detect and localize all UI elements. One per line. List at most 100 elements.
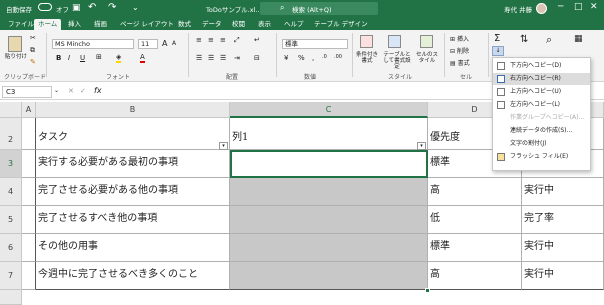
close-icon[interactable]: ✕: [590, 2, 598, 12]
analyze-data-icon[interactable]: ▦: [574, 34, 583, 44]
cell-d7[interactable]: 高: [428, 262, 522, 290]
row-header-4[interactable]: 4: [0, 178, 22, 206]
align-bottom-icon[interactable]: ≡: [220, 36, 226, 44]
name-box-dropdown-icon[interactable]: ⌄: [54, 87, 59, 94]
font-color-button[interactable]: A: [140, 53, 145, 63]
cell-b6[interactable]: その他の用事: [36, 234, 230, 262]
cell-c5[interactable]: [230, 206, 428, 234]
cut-icon[interactable]: ✂: [30, 34, 36, 42]
tab-insert[interactable]: 挿入: [64, 19, 85, 30]
comma-icon[interactable]: ,: [312, 54, 314, 62]
cell-c4[interactable]: [230, 178, 428, 206]
format-painter-icon[interactable]: ✎: [30, 58, 36, 66]
font-size-select[interactable]: 11: [138, 39, 158, 49]
search-box[interactable]: ⌕ 検索 (Alt+Q): [260, 2, 378, 15]
select-all-corner[interactable]: [0, 102, 22, 118]
delete-cells-button[interactable]: ⊟ 削除: [450, 46, 469, 55]
avatar[interactable]: [536, 3, 547, 14]
cell-c7[interactable]: [230, 262, 428, 290]
cell-a2[interactable]: [22, 118, 36, 150]
cell-styles-icon[interactable]: [420, 35, 433, 48]
font-name-select[interactable]: MS Mincho: [52, 39, 134, 49]
column-header-a[interactable]: A: [22, 102, 36, 118]
align-right-icon[interactable]: ☰: [220, 54, 226, 62]
align-left-icon[interactable]: ☰: [196, 54, 202, 62]
format-as-table-icon[interactable]: [388, 35, 401, 48]
tab-help[interactable]: ヘルプ: [280, 19, 308, 30]
merge-center-icon[interactable]: ⊟: [254, 54, 260, 62]
conditional-formatting-icon[interactable]: [360, 35, 373, 48]
cell-a7[interactable]: [22, 262, 36, 290]
save-icon[interactable]: ▣: [72, 3, 81, 13]
undo-icon[interactable]: ↶: [88, 2, 96, 13]
fx-button[interactable]: fx: [94, 86, 102, 95]
cell-e4[interactable]: 実行中: [522, 178, 604, 206]
fill-button[interactable]: ↓: [492, 46, 504, 56]
underline-button[interactable]: U: [80, 54, 85, 62]
orientation-icon[interactable]: ⤢: [234, 36, 240, 45]
italic-button[interactable]: I: [68, 54, 70, 62]
fill-menu-item-left[interactable]: 左方向へコピー(L): [493, 99, 590, 111]
tab-file[interactable]: ファイル: [4, 19, 38, 30]
find-select-icon[interactable]: ⌕: [546, 33, 552, 47]
user-name[interactable]: 寿代 井藤: [504, 4, 532, 14]
tab-view[interactable]: 表示: [254, 19, 275, 30]
align-top-icon[interactable]: ≡: [196, 36, 202, 44]
cell-c6[interactable]: [230, 234, 428, 262]
cell-e7[interactable]: 実行中: [522, 262, 604, 290]
name-box[interactable]: C3: [2, 86, 52, 98]
row-header-7[interactable]: 7: [0, 262, 22, 290]
copy-icon[interactable]: ⧉: [30, 46, 35, 55]
column-header-c[interactable]: C: [230, 102, 428, 118]
column-header-b[interactable]: B: [36, 102, 230, 118]
format-cells-button[interactable]: ▤ 書式: [450, 58, 470, 67]
row-header-8[interactable]: [0, 290, 22, 305]
maximize-icon[interactable]: □: [574, 2, 583, 12]
cancel-icon[interactable]: ✕: [68, 87, 74, 95]
shrink-font-button[interactable]: A: [172, 40, 176, 47]
insert-cells-button[interactable]: ⊞ 挿入: [450, 34, 469, 43]
cell-d5[interactable]: 低: [428, 206, 522, 234]
customize-qat-icon[interactable]: ⌄: [132, 3, 139, 12]
filter-dropdown-icon[interactable]: ▾: [219, 142, 228, 150]
fill-menu-item-up[interactable]: 上方向へコピー(U): [493, 86, 590, 98]
cell-a3[interactable]: [22, 150, 36, 178]
tab-draw[interactable]: 描画: [90, 19, 111, 30]
number-format-select[interactable]: 標準: [282, 39, 348, 49]
minimize-icon[interactable]: ─: [558, 2, 563, 12]
cell-a5[interactable]: [22, 206, 36, 234]
tab-home[interactable]: ホーム: [34, 19, 62, 30]
autosum-button[interactable]: Σ: [494, 33, 500, 44]
enter-icon[interactable]: ✓: [80, 87, 86, 95]
align-middle-icon[interactable]: ≡: [208, 36, 214, 44]
bold-button[interactable]: B: [56, 54, 61, 62]
percent-icon[interactable]: %: [298, 54, 305, 62]
table-header-column1[interactable]: 列1: [230, 118, 428, 150]
tab-review[interactable]: 校閲: [228, 19, 249, 30]
currency-icon[interactable]: ¥: [284, 54, 288, 62]
decrease-decimal-icon[interactable]: .00: [334, 54, 342, 60]
tab-page-layout[interactable]: ページ レイアウト: [116, 19, 178, 30]
fill-menu-item-justify[interactable]: 文字の割付(J): [493, 138, 590, 150]
borders-icon[interactable]: ⊞: [96, 53, 102, 61]
tab-formulas[interactable]: 数式: [174, 19, 195, 30]
table-header-task[interactable]: タスク: [36, 118, 230, 150]
filter-dropdown-icon[interactable]: ▾: [417, 142, 426, 150]
row-header-6[interactable]: 6: [0, 234, 22, 262]
cell-b3[interactable]: 実行する必要がある最初の事項: [36, 150, 230, 178]
row-header-5[interactable]: 5: [0, 206, 22, 234]
cell-e5[interactable]: 完了率: [522, 206, 604, 234]
cell-c3-active[interactable]: [230, 150, 428, 178]
indent-icon[interactable]: ⇥: [234, 54, 240, 62]
fill-handle[interactable]: [425, 288, 430, 293]
wrap-text-icon[interactable]: ↵: [254, 36, 260, 44]
cell-d6[interactable]: 標準: [428, 234, 522, 262]
cell-b4[interactable]: 完了させる必要がある他の事項: [36, 178, 230, 206]
align-center-icon[interactable]: ☰: [208, 54, 214, 62]
row-header-2[interactable]: 2: [0, 118, 22, 150]
fill-menu-item-series[interactable]: 連続データの作成(S)...: [493, 125, 590, 137]
paste-icon[interactable]: [8, 36, 22, 52]
redo-icon[interactable]: ↷: [108, 2, 116, 13]
cell-a4[interactable]: [22, 178, 36, 206]
fill-menu-item-right[interactable]: 右方向へコピー(R): [493, 73, 590, 85]
